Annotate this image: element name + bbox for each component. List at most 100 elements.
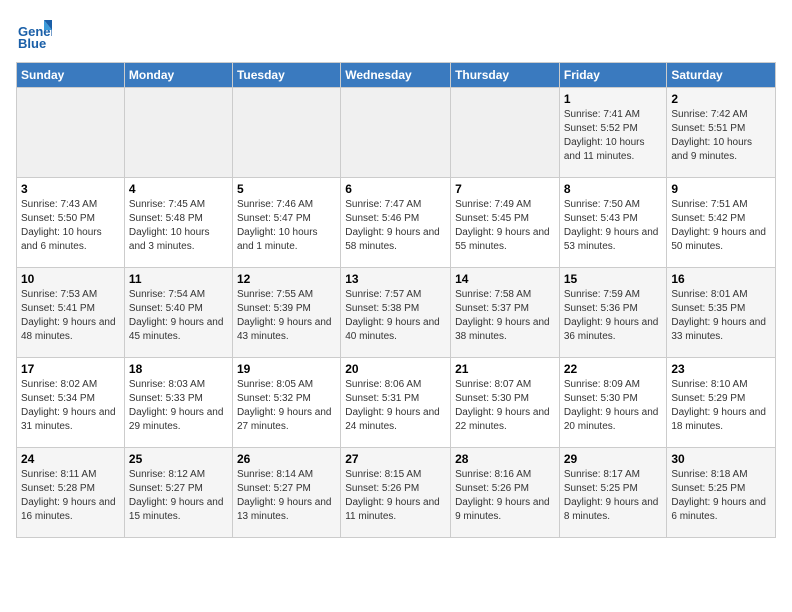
day-number: 24 <box>21 452 120 466</box>
calendar-cell: 16 Sunrise: 8:01 AM Sunset: 5:35 PM Dayli… <box>667 268 776 358</box>
day-info: Sunrise: 8:03 AM Sunset: 5:33 PM Dayligh… <box>129 378 228 434</box>
day-number: 26 <box>237 452 336 466</box>
day-info: Sunrise: 7:51 AM Sunset: 5:42 PM Dayligh… <box>671 198 771 254</box>
day-number: 23 <box>671 362 771 376</box>
calendar-cell <box>124 88 232 178</box>
day-number: 6 <box>345 182 446 196</box>
day-info: Sunrise: 7:59 AM Sunset: 5:36 PM Dayligh… <box>564 288 663 344</box>
day-info: Sunrise: 8:01 AM Sunset: 5:35 PM Dayligh… <box>671 288 771 344</box>
day-number: 20 <box>345 362 446 376</box>
day-number: 11 <box>129 272 228 286</box>
day-info: Sunrise: 7:50 AM Sunset: 5:43 PM Dayligh… <box>564 198 663 254</box>
day-info: Sunrise: 8:16 AM Sunset: 5:26 PM Dayligh… <box>455 468 555 524</box>
day-number: 7 <box>455 182 555 196</box>
calendar-cell: 1 Sunrise: 7:41 AM Sunset: 5:52 PM Daylig… <box>559 88 667 178</box>
calendar-cell: 12 Sunrise: 7:55 AM Sunset: 5:39 PM Dayli… <box>232 268 340 358</box>
weekday-header: Saturday <box>667 63 776 88</box>
calendar-cell: 7Sunrise: 7:49 AM Sunset: 5:45 PM Daylig… <box>451 178 560 268</box>
calendar-cell: 19Sunrise: 8:05 AM Sunset: 5:32 PM Dayli… <box>232 358 340 448</box>
day-info: Sunrise: 8:17 AM Sunset: 5:25 PM Dayligh… <box>564 468 663 524</box>
day-number: 4 <box>129 182 228 196</box>
calendar-cell: 9 Sunrise: 7:51 AM Sunset: 5:42 PM Daylig… <box>667 178 776 268</box>
day-number: 13 <box>345 272 446 286</box>
weekday-header-row: SundayMondayTuesdayWednesdayThursdayFrid… <box>17 63 776 88</box>
day-info: Sunrise: 7:58 AM Sunset: 5:37 PM Dayligh… <box>455 288 555 344</box>
day-number: 17 <box>21 362 120 376</box>
calendar-cell: 8 Sunrise: 7:50 AM Sunset: 5:43 PM Daylig… <box>559 178 667 268</box>
calendar-cell <box>451 88 560 178</box>
day-info: Sunrise: 7:53 AM Sunset: 5:41 PM Dayligh… <box>21 288 120 344</box>
calendar-row: 24 Sunrise: 8:11 AM Sunset: 5:28 PM Dayli… <box>17 448 776 538</box>
day-info: Sunrise: 7:41 AM Sunset: 5:52 PM Dayligh… <box>564 108 663 164</box>
calendar-cell: 30 Sunrise: 8:18 AM Sunset: 5:25 PM Dayli… <box>667 448 776 538</box>
logo: General Blue <box>16 16 56 52</box>
calendar-table: SundayMondayTuesdayWednesdayThursdayFrid… <box>16 62 776 538</box>
calendar-cell <box>232 88 340 178</box>
day-number: 14 <box>455 272 555 286</box>
weekday-header: Wednesday <box>341 63 451 88</box>
day-info: Sunrise: 8:11 AM Sunset: 5:28 PM Dayligh… <box>21 468 120 524</box>
day-number: 21 <box>455 362 555 376</box>
calendar-cell <box>341 88 451 178</box>
day-info: Sunrise: 8:15 AM Sunset: 5:26 PM Dayligh… <box>345 468 446 524</box>
day-info: Sunrise: 7:43 AM Sunset: 5:50 PM Dayligh… <box>21 198 120 254</box>
day-info: Sunrise: 8:02 AM Sunset: 5:34 PM Dayligh… <box>21 378 120 434</box>
calendar-cell: 11 Sunrise: 7:54 AM Sunset: 5:40 PM Dayli… <box>124 268 232 358</box>
day-info: Sunrise: 7:57 AM Sunset: 5:38 PM Dayligh… <box>345 288 446 344</box>
calendar-cell: 5Sunrise: 7:46 AM Sunset: 5:47 PM Daylig… <box>232 178 340 268</box>
day-number: 27 <box>345 452 446 466</box>
calendar-cell: 17 Sunrise: 8:02 AM Sunset: 5:34 PM Dayli… <box>17 358 125 448</box>
svg-text:Blue: Blue <box>18 36 46 51</box>
day-info: Sunrise: 7:47 AM Sunset: 5:46 PM Dayligh… <box>345 198 446 254</box>
calendar-cell: 6 Sunrise: 7:47 AM Sunset: 5:46 PM Daylig… <box>341 178 451 268</box>
day-number: 12 <box>237 272 336 286</box>
day-number: 30 <box>671 452 771 466</box>
day-number: 18 <box>129 362 228 376</box>
calendar-cell: 13 Sunrise: 7:57 AM Sunset: 5:38 PM Dayli… <box>341 268 451 358</box>
day-info: Sunrise: 8:14 AM Sunset: 5:27 PM Dayligh… <box>237 468 336 524</box>
day-number: 28 <box>455 452 555 466</box>
day-number: 9 <box>671 182 771 196</box>
calendar-row: 17 Sunrise: 8:02 AM Sunset: 5:34 PM Dayli… <box>17 358 776 448</box>
day-info: Sunrise: 8:07 AM Sunset: 5:30 PM Dayligh… <box>455 378 555 434</box>
calendar-cell: 18 Sunrise: 8:03 AM Sunset: 5:33 PM Dayli… <box>124 358 232 448</box>
day-info: Sunrise: 7:45 AM Sunset: 5:48 PM Dayligh… <box>129 198 228 254</box>
day-info: Sunrise: 8:10 AM Sunset: 5:29 PM Dayligh… <box>671 378 771 434</box>
day-info: Sunrise: 7:54 AM Sunset: 5:40 PM Dayligh… <box>129 288 228 344</box>
weekday-header: Tuesday <box>232 63 340 88</box>
day-number: 16 <box>671 272 771 286</box>
day-info: Sunrise: 7:42 AM Sunset: 5:51 PM Dayligh… <box>671 108 771 164</box>
day-number: 19 <box>237 362 336 376</box>
day-number: 29 <box>564 452 663 466</box>
day-info: Sunrise: 8:18 AM Sunset: 5:25 PM Dayligh… <box>671 468 771 524</box>
day-number: 8 <box>564 182 663 196</box>
day-info: Sunrise: 8:09 AM Sunset: 5:30 PM Dayligh… <box>564 378 663 434</box>
page-header: General Blue <box>16 16 776 52</box>
day-number: 10 <box>21 272 120 286</box>
day-info: Sunrise: 7:46 AM Sunset: 5:47 PM Dayligh… <box>237 198 336 254</box>
logo-icon: General Blue <box>16 16 52 52</box>
calendar-cell: 23 Sunrise: 8:10 AM Sunset: 5:29 PM Dayli… <box>667 358 776 448</box>
calendar-cell: 20Sunrise: 8:06 AM Sunset: 5:31 PM Dayli… <box>341 358 451 448</box>
calendar-cell: 22 Sunrise: 8:09 AM Sunset: 5:30 PM Dayli… <box>559 358 667 448</box>
calendar-cell: 29 Sunrise: 8:17 AM Sunset: 5:25 PM Dayli… <box>559 448 667 538</box>
day-number: 1 <box>564 92 663 106</box>
calendar-row: 3Sunrise: 7:43 AM Sunset: 5:50 PM Daylig… <box>17 178 776 268</box>
calendar-cell: 4 Sunrise: 7:45 AM Sunset: 5:48 PM Daylig… <box>124 178 232 268</box>
day-number: 22 <box>564 362 663 376</box>
calendar-cell: 15 Sunrise: 7:59 AM Sunset: 5:36 PM Dayli… <box>559 268 667 358</box>
weekday-header: Sunday <box>17 63 125 88</box>
day-info: Sunrise: 7:55 AM Sunset: 5:39 PM Dayligh… <box>237 288 336 344</box>
calendar-cell: 3Sunrise: 7:43 AM Sunset: 5:50 PM Daylig… <box>17 178 125 268</box>
calendar-row: 10 Sunrise: 7:53 AM Sunset: 5:41 PM Dayli… <box>17 268 776 358</box>
day-number: 15 <box>564 272 663 286</box>
day-number: 2 <box>671 92 771 106</box>
calendar-cell: 24 Sunrise: 8:11 AM Sunset: 5:28 PM Dayli… <box>17 448 125 538</box>
day-number: 25 <box>129 452 228 466</box>
weekday-header: Monday <box>124 63 232 88</box>
calendar-cell <box>17 88 125 178</box>
weekday-header: Friday <box>559 63 667 88</box>
weekday-header: Thursday <box>451 63 560 88</box>
calendar-row: 1 Sunrise: 7:41 AM Sunset: 5:52 PM Daylig… <box>17 88 776 178</box>
calendar-cell: 26 Sunrise: 8:14 AM Sunset: 5:27 PM Dayli… <box>232 448 340 538</box>
